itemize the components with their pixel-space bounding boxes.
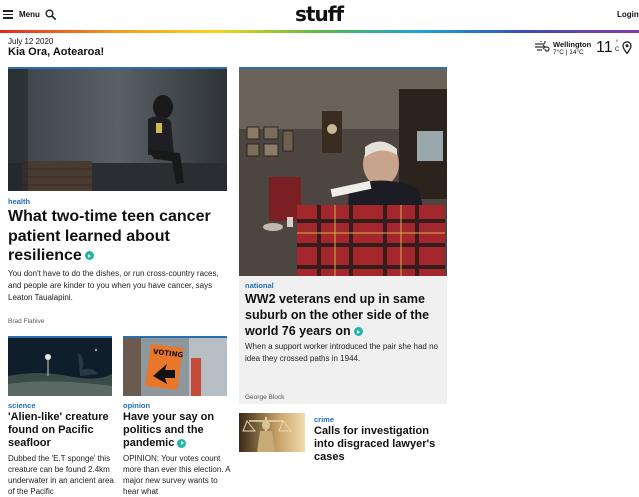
headline-text[interactable]: Have your say on politics and the pandem… <box>123 411 214 449</box>
video-play-icon <box>353 327 363 337</box>
headline-text[interactable]: What two-time teen cancer patient learne… <box>8 208 211 264</box>
article-image-justice-statue[interactable] <box>239 413 305 452</box>
greeting-text: Kia Ora, Aotearoa! <box>8 46 105 58</box>
weather-icon[interactable] <box>534 41 550 53</box>
article-section-tag[interactable]: science <box>8 401 36 410</box>
hamburger-menu-icon[interactable] <box>3 10 13 19</box>
current-date: July 12 2020 <box>8 37 54 46</box>
article-section-tag[interactable]: health <box>8 197 30 206</box>
article-summary: OPINION: Your votes count more than ever… <box>123 454 231 496</box>
video-play-icon <box>177 438 187 448</box>
temperature-unit: ° C <box>614 40 620 54</box>
headline-text[interactable]: WW2 veterans end up in same suburb on th… <box>245 292 429 338</box>
article-section-tag[interactable]: opinion <box>123 401 150 410</box>
article-image-seafloor-creature[interactable] <box>8 338 112 396</box>
weather-current-temperature: 11 <box>596 39 613 56</box>
article-headline[interactable]: Have your say on politics and the pandem… <box>123 411 233 450</box>
article-byline: George Block <box>245 394 285 401</box>
weather-city[interactable]: Wellington <box>553 40 591 49</box>
site-logo[interactable]: stuff <box>295 2 344 26</box>
login-link[interactable]: Login <box>617 10 639 19</box>
article-summary: Dubbed the 'E.T sponge' this creature ca… <box>8 454 114 496</box>
header-rainbow-divider <box>0 30 639 33</box>
location-pin-icon[interactable] <box>622 41 632 54</box>
article-byline: Brad Flahive <box>8 318 45 325</box>
weather-temperature-range: 7°C | 14°C <box>553 49 584 56</box>
article-headline[interactable]: 'Alien-like' creature found on Pacific s… <box>8 411 120 450</box>
article-summary: When a support worker introduced the pai… <box>245 342 439 363</box>
article-section-tag[interactable]: crime <box>314 415 334 424</box>
article-section-tag[interactable]: national <box>245 281 274 290</box>
article-summary: You don't have to do the dishes, or run … <box>8 269 219 302</box>
article-headline[interactable]: WW2 veterans end up in same suburb on th… <box>245 291 445 339</box>
article-image-veteran-in-chair[interactable] <box>239 69 447 276</box>
celsius-symbol: C <box>614 47 620 53</box>
video-play-icon <box>84 251 94 261</box>
article-image-teen-on-bench[interactable] <box>8 69 227 191</box>
article-headline[interactable]: What two-time teen cancer patient learne… <box>8 207 230 266</box>
article-headline[interactable]: Calls for investigation into disgraced l… <box>314 425 444 464</box>
degree-symbol: ° <box>615 40 619 46</box>
article-image-voting-sign[interactable]: VOTING <box>123 338 227 396</box>
menu-button[interactable]: Menu <box>19 10 40 19</box>
search-icon[interactable] <box>45 9 56 20</box>
